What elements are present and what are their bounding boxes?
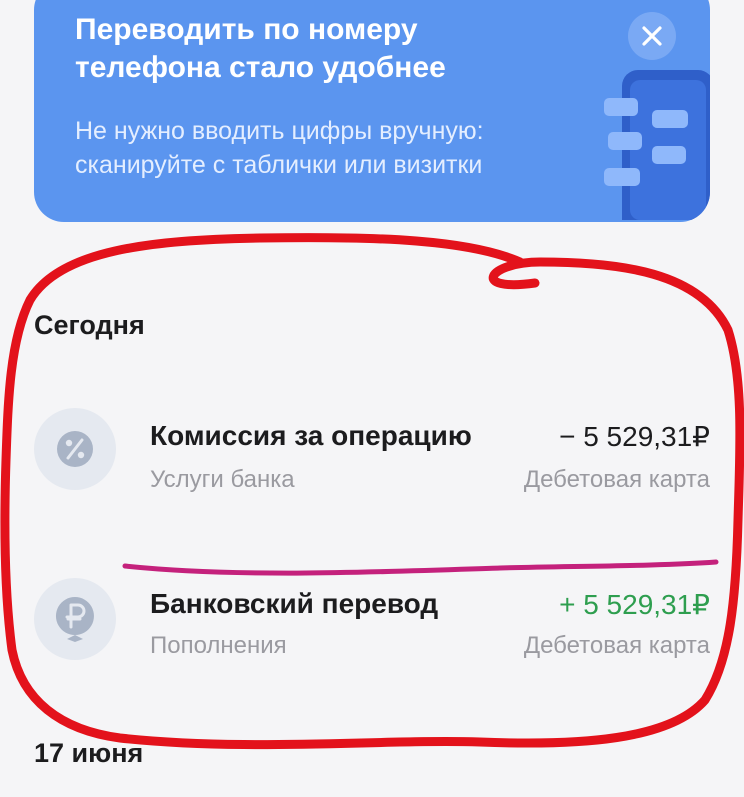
ruble-icon: [55, 597, 94, 642]
transaction-icon: [34, 578, 116, 660]
banner-text: Не нужно вводить цифры вручную: сканируй…: [75, 117, 484, 179]
transaction-category: Пополнения: [150, 632, 287, 659]
percent-icon: [57, 431, 93, 467]
phone-scan-illustration: [604, 70, 710, 220]
banner-title: Переводить по номеру телефона стало удоб…: [75, 13, 446, 84]
promo-banner[interactable]: Переводить по номеру телефона стало удоб…: [34, 0, 710, 222]
section-header-today: Сегодня: [34, 310, 145, 340]
transaction-icon: [34, 408, 116, 490]
transaction-account: Дебетовая карта: [523, 632, 710, 659]
transaction-amount: − 5 529,31₽: [559, 421, 710, 452]
transaction-row[interactable]: Банковский перевод + 5 529,31₽ Пополнени…: [0, 562, 744, 672]
transaction-row[interactable]: Комиссия за операцию − 5 529,31₽ Услуги …: [0, 392, 744, 502]
transaction-account: Дебетовая карта: [523, 466, 710, 493]
close-icon: [642, 26, 662, 46]
transaction-amount: + 5 529,31₽: [559, 589, 710, 620]
transaction-category: Услуги банка: [150, 466, 295, 493]
transaction-title: Банковский перевод: [150, 588, 439, 619]
close-button[interactable]: [628, 12, 676, 60]
transaction-title: Комиссия за операцию: [150, 420, 472, 451]
section-header-date: 17 июня: [34, 738, 144, 768]
